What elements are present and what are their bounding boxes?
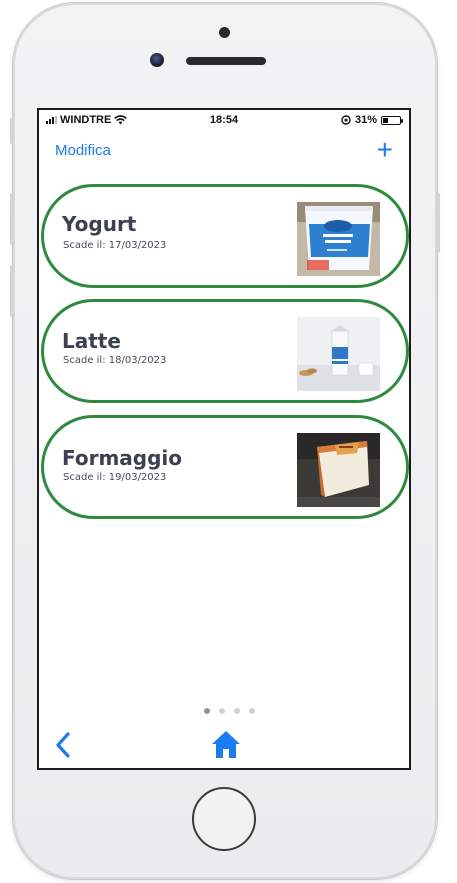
- list-item[interactable]: Yogurt Scade il: 17/03/2023: [41, 184, 409, 288]
- item-name: Formaggio: [62, 446, 183, 470]
- home-button[interactable]: [192, 787, 256, 851]
- page-dot[interactable]: [248, 708, 255, 714]
- nav-bar: Modifica +: [39, 136, 409, 166]
- app-screen: WINDTRE 18:54 31% Modifica + Yogurt Scad…: [37, 108, 411, 770]
- chevron-left-icon[interactable]: [52, 730, 74, 760]
- page-dot[interactable]: [218, 708, 225, 714]
- item-name: Yogurt: [62, 212, 137, 236]
- item-name: Latte: [62, 329, 121, 353]
- item-expiry: Scade il: 19/03/2023: [63, 472, 167, 483]
- yogurt-cup-photo: [297, 202, 380, 276]
- earpiece-speaker: [186, 57, 266, 65]
- front-camera: [150, 53, 164, 67]
- page-dot[interactable]: [203, 708, 210, 714]
- orientation-lock-icon: [341, 115, 351, 125]
- battery-percent: 31%: [354, 114, 377, 126]
- status-bar: WINDTRE 18:54 31%: [39, 110, 409, 130]
- item-expiry: Scade il: 17/03/2023: [63, 240, 167, 251]
- power-button: [436, 193, 440, 253]
- list-item[interactable]: Latte Scade il: 18/03/2023: [41, 299, 409, 403]
- milk-carton-photo: [297, 317, 380, 391]
- volume-up-button: [10, 193, 14, 245]
- status-right: 31%: [341, 114, 403, 126]
- battery-icon: [381, 115, 403, 125]
- page-indicator: [39, 708, 409, 714]
- list-item[interactable]: Formaggio Scade il: 19/03/2023: [41, 415, 409, 519]
- page-dot[interactable]: [233, 708, 240, 714]
- add-button[interactable]: +: [377, 136, 393, 164]
- home-icon[interactable]: [210, 728, 242, 760]
- battery-fill: [383, 117, 388, 123]
- mute-switch: [10, 118, 14, 144]
- proximity-sensor: [219, 27, 230, 38]
- volume-down-button: [10, 265, 14, 317]
- item-expiry: Scade il: 18/03/2023: [63, 355, 167, 366]
- cheese-wedge-photo: [297, 433, 380, 507]
- edit-button[interactable]: Modifica: [55, 142, 111, 159]
